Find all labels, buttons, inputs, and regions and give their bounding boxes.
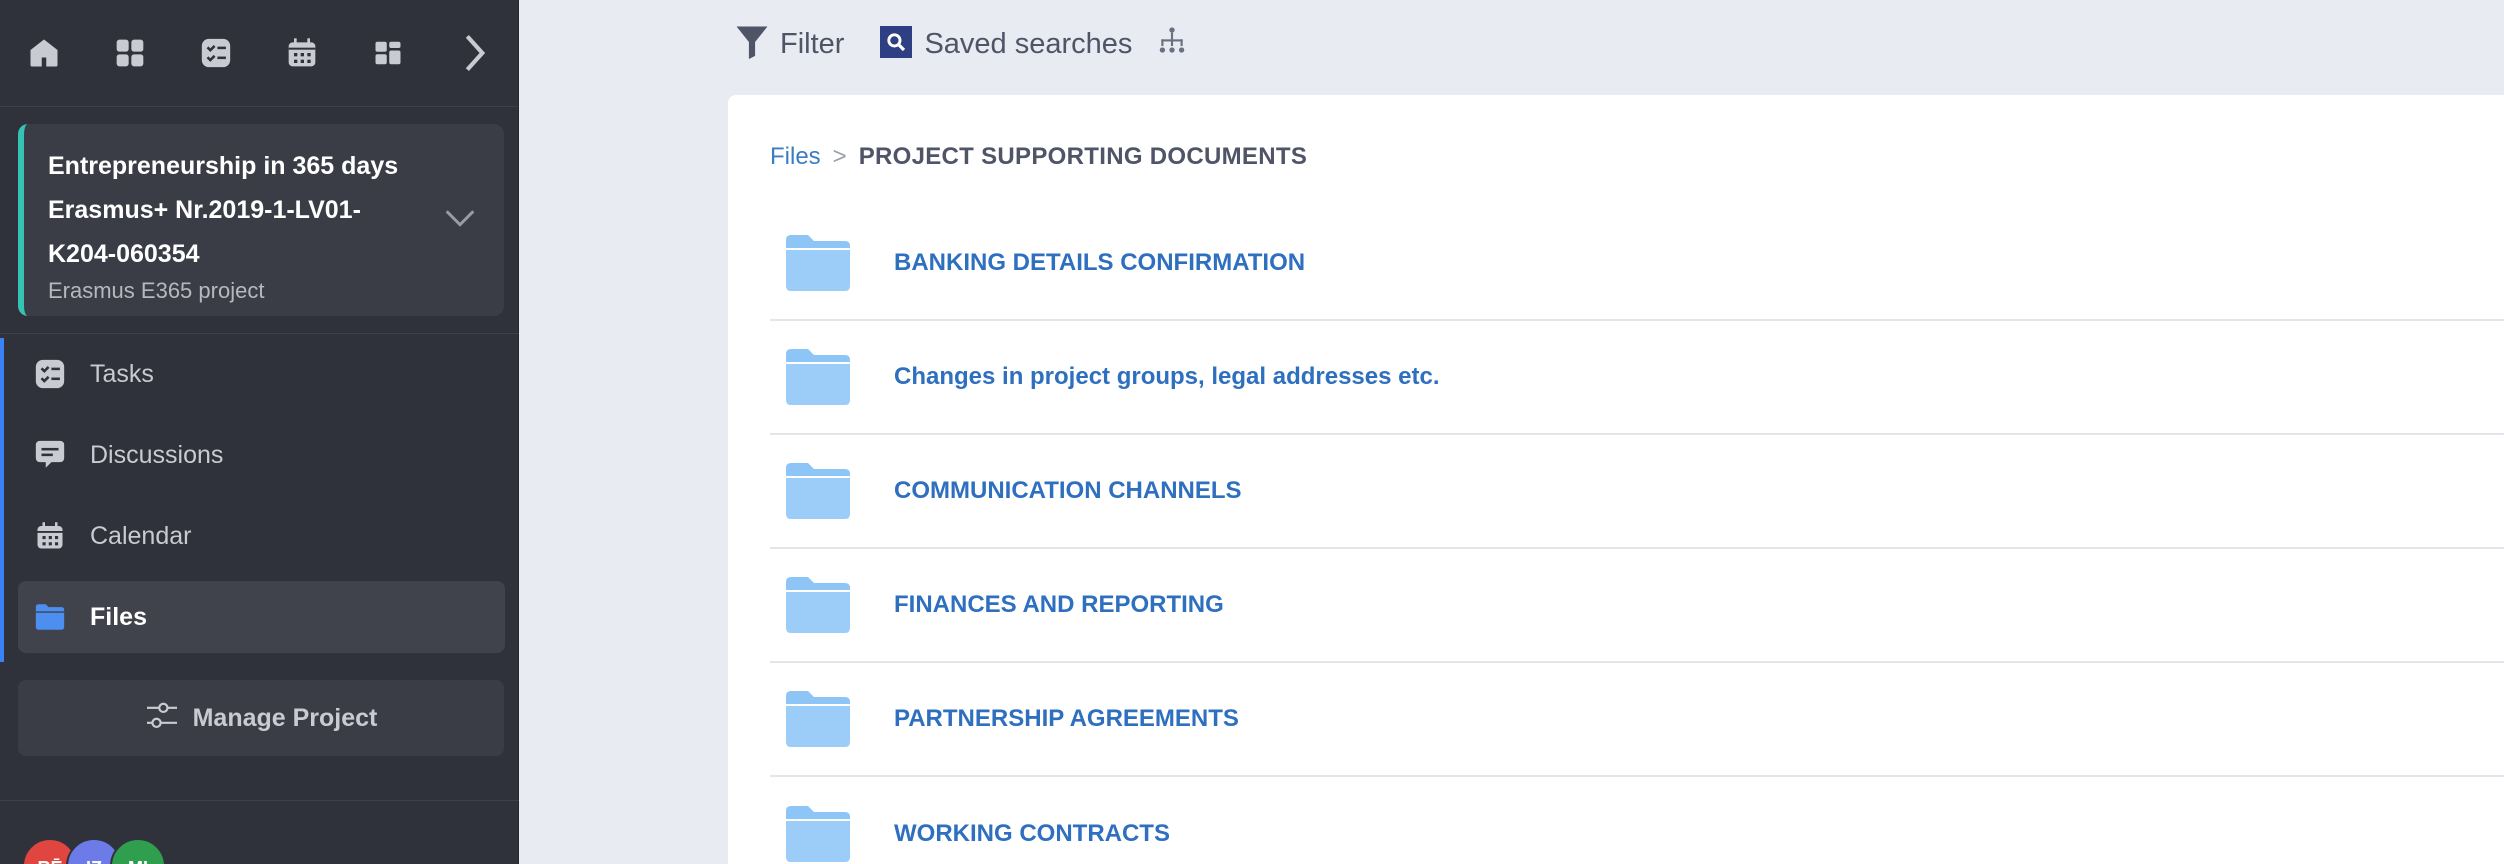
manage-project-label: Manage Project xyxy=(192,703,378,732)
saved-searches-button[interactable]: Saved searches xyxy=(880,25,1133,63)
folder-icon xyxy=(786,577,850,633)
folder-row[interactable]: COMMUNICATION CHANNELS xyxy=(770,435,2504,549)
folder-name[interactable]: PARTNERSHIP AGREEMENTS xyxy=(894,705,1239,733)
tasks-icon xyxy=(32,356,68,392)
dashboard-icon[interactable] xyxy=(108,31,152,75)
breadcrumb-separator: > xyxy=(832,143,847,170)
project-selector[interactable]: Entrepreneurship in 365 days Erasmus+ Nr… xyxy=(18,124,504,316)
project-subtitle: Erasmus E365 project xyxy=(48,278,265,303)
sidebar-item-files[interactable]: Files xyxy=(18,581,505,653)
breadcrumb-current: PROJECT SUPPORTING DOCUMENTS xyxy=(858,143,1308,170)
sidebar-item-calendar[interactable]: Calendar xyxy=(18,500,505,572)
folder-name[interactable]: Changes in project groups, legal address… xyxy=(894,363,1440,391)
chat-icon xyxy=(32,437,68,473)
sliders-icon xyxy=(145,701,179,736)
tasks-icon[interactable] xyxy=(194,31,238,75)
calendar-icon[interactable] xyxy=(280,31,324,75)
toolbar: Filter Saved searches xyxy=(736,20,1188,68)
folder-list: BANKING DETAILS CONFIRMATION Changes in … xyxy=(770,207,2504,864)
manage-project-button[interactable]: Manage Project xyxy=(18,680,504,756)
avatar[interactable]: MI xyxy=(110,838,166,864)
breadcrumb: Files > PROJECT SUPPORTING DOCUMENTS xyxy=(770,143,1307,171)
filter-icon xyxy=(736,25,768,64)
folder-icon xyxy=(786,463,850,519)
folder-icon xyxy=(786,235,850,291)
sidebar-menu: Tasks Discussions Calendar Files xyxy=(0,338,519,662)
sidebar-item-discussions[interactable]: Discussions xyxy=(18,419,505,491)
filter-label: Filter xyxy=(780,27,845,60)
hierarchy-icon xyxy=(1156,26,1188,63)
chevron-down-icon[interactable] xyxy=(444,208,476,233)
sidebar-item-label: Tasks xyxy=(90,359,154,388)
top-nav xyxy=(0,0,518,107)
folder-row[interactable]: BANKING DETAILS CONFIRMATION xyxy=(770,207,2504,321)
folder-name[interactable]: FINANCES AND REPORTING xyxy=(894,591,1224,619)
breadcrumb-files-link[interactable]: Files xyxy=(770,143,821,171)
folder-icon xyxy=(786,691,850,747)
divider xyxy=(0,333,519,334)
sidebar: Entrepreneurship in 365 days Erasmus+ Nr… xyxy=(0,0,519,864)
sidebar-item-label: Calendar xyxy=(90,521,192,550)
home-icon[interactable] xyxy=(22,31,66,75)
sidebar-item-label: Files xyxy=(90,602,147,631)
project-title-line3: K204-060354 xyxy=(48,240,200,268)
project-title-line2: Erasmus+ Nr.2019-1-LV01- xyxy=(48,196,361,224)
folder-icon xyxy=(786,806,850,862)
sidebar-item-label: Discussions xyxy=(90,440,224,469)
folder-icon xyxy=(32,599,68,635)
sidebar-item-tasks[interactable]: Tasks xyxy=(18,338,505,410)
folder-row[interactable]: FINANCES AND REPORTING xyxy=(770,549,2504,663)
folder-name[interactable]: COMMUNICATION CHANNELS xyxy=(894,477,1242,505)
saved-search-icon xyxy=(880,25,913,63)
folder-name[interactable]: WORKING CONTRACTS xyxy=(894,820,1170,848)
saved-searches-label: Saved searches xyxy=(924,27,1133,60)
hierarchy-button[interactable] xyxy=(1156,26,1188,63)
apps-icon[interactable] xyxy=(366,31,410,75)
folder-name[interactable]: BANKING DETAILS CONFIRMATION xyxy=(894,249,1305,277)
divider xyxy=(0,800,519,801)
chevron-right-icon[interactable] xyxy=(452,31,496,75)
calendar-icon xyxy=(32,518,68,554)
folder-row[interactable]: Changes in project groups, legal address… xyxy=(770,321,2504,435)
folder-row[interactable]: PARTNERSHIP AGREEMENTS xyxy=(770,663,2504,777)
filter-button[interactable]: Filter xyxy=(736,25,844,64)
project-title-line1: Entrepreneurship in 365 days xyxy=(48,152,399,180)
folder-row[interactable]: WORKING CONTRACTS xyxy=(770,777,2504,864)
folder-icon xyxy=(786,349,850,405)
files-panel: Files > PROJECT SUPPORTING DOCUMENTS BAN… xyxy=(728,95,2504,864)
